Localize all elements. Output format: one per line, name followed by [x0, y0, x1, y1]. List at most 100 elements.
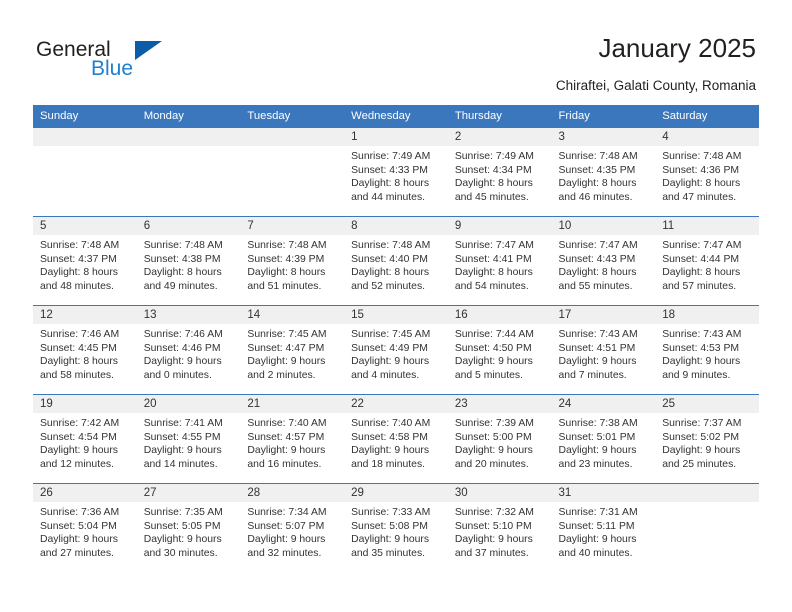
calendar-day-cell[interactable]: 21 Sunrise: 7:40 AM Sunset: 4:57 PM Dayligh… — [240, 394, 345, 484]
calendar-day-cell-empty — [240, 127, 345, 217]
day-detail-line: Sunrise: 7:41 AM — [143, 418, 223, 429]
day-detail-line: Daylight: 9 hours — [558, 356, 637, 368]
day-detail-line: Sunset: 5:01 PM — [558, 431, 636, 443]
calendar-day-cell[interactable]: 11 Sunrise: 7:47 AM Sunset: 4:44 PM Dayligh… — [655, 216, 759, 306]
day-detail-line: Sunset: 4:43 PM — [558, 253, 636, 265]
day-detail-line: Daylight: 9 hours — [454, 534, 533, 546]
day-detail-line: Daylight: 8 hours — [351, 178, 430, 190]
day-detail-line: Sunrise: 7:49 AM — [351, 151, 431, 162]
day-detail-line: Sunrise: 7:46 AM — [40, 329, 120, 340]
day-detail-line: and 57 minutes. — [662, 280, 737, 292]
day-details: Sunrise: 7:35 AM Sunset: 5:05 PM Daylight:… — [137, 502, 241, 560]
calendar-day-cell[interactable]: 31 Sunrise: 7:31 AM Sunset: 5:11 PM Dayligh… — [551, 483, 656, 573]
day-details — [655, 502, 759, 506]
calendar-day-cell[interactable]: 1 Sunrise: 7:49 AM Sunset: 4:33 PM Daylight… — [344, 127, 448, 217]
day-detail-line: Daylight: 9 hours — [40, 445, 118, 457]
day-detail-line: Sunset: 4:36 PM — [662, 164, 740, 176]
calendar-day-cell[interactable]: 12 Sunrise: 7:46 AM Sunset: 4:45 PM Dayligh… — [33, 305, 137, 395]
day-detail-line: Sunset: 4:46 PM — [143, 342, 221, 354]
day-detail-line: Daylight: 8 hours — [143, 267, 222, 279]
calendar-day-cell[interactable]: 26 Sunrise: 7:36 AM Sunset: 5:04 PM Dayligh… — [33, 483, 137, 573]
calendar-day-cell[interactable]: 14 Sunrise: 7:45 AM Sunset: 4:47 PM Dayligh… — [240, 305, 345, 395]
day-details: Sunrise: 7:39 AM Sunset: 5:00 PM Daylight:… — [448, 413, 552, 471]
calendar-day-cell-empty — [33, 127, 137, 217]
day-detail-line: Daylight: 8 hours — [454, 267, 533, 279]
day-detail-line: and 47 minutes. — [662, 191, 737, 203]
day-number: 11 — [655, 217, 759, 235]
calendar-day-cell[interactable]: 8 Sunrise: 7:48 AM Sunset: 4:40 PM Daylight… — [344, 216, 448, 306]
calendar-day-cell[interactable]: 27 Sunrise: 7:35 AM Sunset: 5:05 PM Dayligh… — [136, 483, 241, 573]
triangle-flag-icon — [135, 41, 162, 60]
calendar-day-cell[interactable]: 17 Sunrise: 7:43 AM Sunset: 4:51 PM Dayligh… — [551, 305, 656, 395]
day-detail-line: Sunrise: 7:40 AM — [247, 418, 327, 429]
calendar-day-cell[interactable]: 20 Sunrise: 7:41 AM Sunset: 4:55 PM Dayligh… — [136, 394, 241, 484]
calendar-body: 1 Sunrise: 7:49 AM Sunset: 4:33 PM Daylight… — [33, 127, 759, 573]
day-details: Sunrise: 7:47 AM Sunset: 4:44 PM Daylight:… — [655, 235, 759, 293]
day-number: 27 — [136, 484, 241, 502]
weekday-header-tuesday: Tuesday — [240, 105, 345, 128]
day-details: Sunrise: 7:44 AM Sunset: 4:50 PM Daylight:… — [448, 324, 552, 382]
calendar-day-cell[interactable]: 29 Sunrise: 7:33 AM Sunset: 5:08 PM Dayligh… — [344, 483, 448, 573]
calendar-day-cell[interactable]: 9 Sunrise: 7:47 AM Sunset: 4:41 PM Daylight… — [447, 216, 552, 306]
day-details: Sunrise: 7:45 AM Sunset: 4:47 PM Daylight:… — [240, 324, 344, 382]
day-detail-line: Sunrise: 7:48 AM — [247, 240, 327, 251]
day-detail-line: Sunrise: 7:48 AM — [143, 240, 223, 251]
day-detail-line: and 32 minutes. — [247, 547, 322, 559]
brand-name-blue: Blue — [91, 57, 134, 80]
calendar-day-cell[interactable]: 16 Sunrise: 7:44 AM Sunset: 4:50 PM Dayligh… — [447, 305, 552, 395]
day-number: 16 — [447, 306, 552, 324]
day-detail-line: Sunset: 4:37 PM — [40, 253, 117, 265]
calendar-week-row: 1 Sunrise: 7:49 AM Sunset: 4:33 PM Daylight… — [33, 127, 759, 217]
calendar-day-cell[interactable]: 15 Sunrise: 7:45 AM Sunset: 4:49 PM Dayligh… — [344, 305, 448, 395]
day-detail-line: Sunset: 5:07 PM — [247, 520, 325, 532]
day-detail-line: Daylight: 9 hours — [247, 534, 326, 546]
calendar-day-cell[interactable]: 4 Sunrise: 7:48 AM Sunset: 4:36 PM Daylight… — [655, 127, 759, 217]
day-details: Sunrise: 7:45 AM Sunset: 4:49 PM Daylight:… — [344, 324, 448, 382]
calendar-page: General Blue January 2025 Chiraftei, Gal… — [0, 0, 792, 612]
calendar-day-cell[interactable]: 30 Sunrise: 7:32 AM Sunset: 5:10 PM Dayligh… — [447, 483, 552, 573]
calendar-day-cell[interactable]: 23 Sunrise: 7:39 AM Sunset: 5:00 PM Dayligh… — [447, 394, 552, 484]
page-title: January 2025 — [598, 33, 756, 63]
calendar-day-cell[interactable]: 10 Sunrise: 7:47 AM Sunset: 4:43 PM Dayligh… — [551, 216, 656, 306]
calendar-day-cell[interactable]: 5 Sunrise: 7:48 AM Sunset: 4:37 PM Daylight… — [33, 216, 137, 306]
weekday-header-friday: Friday — [551, 105, 656, 128]
day-detail-line: Sunrise: 7:35 AM — [143, 507, 223, 518]
calendar-day-cell[interactable]: 19 Sunrise: 7:42 AM Sunset: 4:54 PM Dayligh… — [33, 394, 137, 484]
calendar-day-cell[interactable]: 22 Sunrise: 7:40 AM Sunset: 4:58 PM Dayligh… — [344, 394, 448, 484]
day-number: 8 — [344, 217, 448, 235]
calendar-day-cell[interactable]: 7 Sunrise: 7:48 AM Sunset: 4:39 PM Daylight… — [240, 216, 345, 306]
calendar-day-cell[interactable]: 24 Sunrise: 7:38 AM Sunset: 5:01 PM Dayligh… — [551, 394, 656, 484]
day-detail-line: and 23 minutes. — [558, 458, 633, 470]
day-detail-line: Sunrise: 7:38 AM — [558, 418, 638, 429]
day-detail-line: Sunset: 4:35 PM — [558, 164, 636, 176]
day-detail-line: Sunset: 4:57 PM — [247, 431, 325, 443]
day-details: Sunrise: 7:42 AM Sunset: 4:54 PM Daylight:… — [33, 413, 137, 471]
day-number — [136, 128, 241, 146]
calendar-day-cell[interactable]: 28 Sunrise: 7:34 AM Sunset: 5:07 PM Dayligh… — [240, 483, 345, 573]
day-number: 5 — [33, 217, 137, 235]
day-detail-line: Daylight: 9 hours — [454, 445, 533, 457]
calendar-day-cell[interactable]: 25 Sunrise: 7:37 AM Sunset: 5:02 PM Dayligh… — [655, 394, 759, 484]
calendar-week-row: 12 Sunrise: 7:46 AM Sunset: 4:45 PM Dayligh… — [33, 305, 759, 395]
weekday-header-saturday: Saturday — [655, 105, 759, 128]
day-number: 25 — [655, 395, 759, 413]
day-detail-line: Sunrise: 7:43 AM — [662, 329, 742, 340]
day-details: Sunrise: 7:31 AM Sunset: 5:11 PM Daylight:… — [552, 502, 656, 560]
day-number: 24 — [551, 395, 656, 413]
day-detail-line: Sunset: 5:02 PM — [662, 431, 740, 443]
calendar-day-cell[interactable]: 6 Sunrise: 7:48 AM Sunset: 4:38 PM Daylight… — [136, 216, 241, 306]
calendar-day-cell[interactable]: 3 Sunrise: 7:48 AM Sunset: 4:35 PM Daylight… — [551, 127, 656, 217]
day-detail-line: Sunrise: 7:33 AM — [351, 507, 431, 518]
day-detail-line: Daylight: 9 hours — [662, 445, 741, 457]
day-detail-line: and 54 minutes. — [454, 280, 529, 292]
day-details: Sunrise: 7:48 AM Sunset: 4:40 PM Daylight:… — [344, 235, 448, 293]
calendar-day-cell-empty — [136, 127, 241, 217]
calendar-day-cell[interactable]: 13 Sunrise: 7:46 AM Sunset: 4:46 PM Dayligh… — [136, 305, 241, 395]
calendar-day-cell[interactable]: 2 Sunrise: 7:49 AM Sunset: 4:34 PM Daylight… — [447, 127, 552, 217]
brand-logo[interactable]: General Blue — [36, 38, 236, 88]
calendar-day-cell[interactable]: 18 Sunrise: 7:43 AM Sunset: 4:53 PM Dayligh… — [655, 305, 759, 395]
day-detail-line: Sunset: 5:05 PM — [143, 520, 221, 532]
day-detail-line: Daylight: 8 hours — [40, 267, 118, 279]
day-details: Sunrise: 7:37 AM Sunset: 5:02 PM Daylight:… — [655, 413, 759, 471]
day-detail-line: and 18 minutes. — [351, 458, 426, 470]
